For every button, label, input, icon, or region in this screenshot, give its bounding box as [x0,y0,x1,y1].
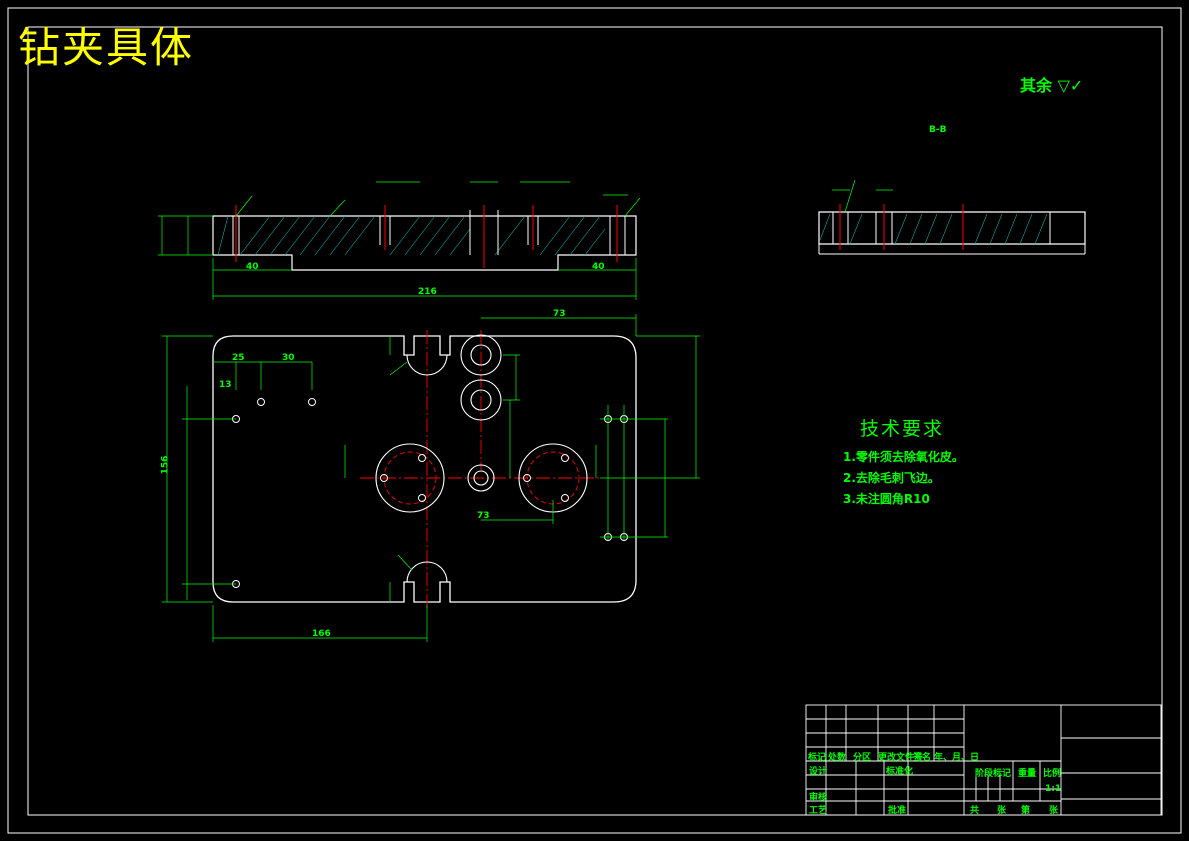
roughness-note: 其余 ▽✓ [1020,72,1083,96]
side-section-view [818,179,1086,255]
outer-border [7,7,1182,834]
tb-design: 设计 [809,767,828,777]
dim-73-mid: 73 [477,511,490,521]
tb-sheet: 张 [997,806,1007,816]
tb-review: 审核 [809,793,828,803]
dim-73-top: 73 [553,309,566,319]
dim-plan-bottom: 166 [312,629,331,639]
tb-header-mark: 标记 [808,753,827,763]
dim-left-step: 40 [246,262,259,272]
tech-requirement-item: 2.去除毛刺飞边。 [843,471,940,485]
tb-weight: 重量 [1018,769,1037,779]
dim-plan-height: 156 [160,455,171,475]
tb-header-zone: 分区 [853,753,872,763]
tech-requirement-item: 3.未注圆角R10 [843,492,930,506]
tb-page-end: 张 [1049,806,1059,816]
dim-25: 25 [232,353,245,363]
tb-page: 第 [1021,806,1031,816]
tb-approve: 批准 [888,806,907,816]
front-section-view [158,181,641,300]
tb-total: 共 [970,806,980,816]
cad-drawing [7,7,1182,834]
tb-header-sign: 签名 [913,753,932,763]
dim-right-step: 40 [592,262,605,272]
tech-requirement-item: 1.零件须去除氧化皮。 [843,450,964,464]
section-label: B-B [929,125,947,135]
inner-border [27,26,1163,816]
tb-header-count: 处数 [828,753,847,763]
dim-overall-length: 216 [418,287,437,297]
dim-13: 13 [219,380,232,390]
tb-process: 工艺 [809,806,828,816]
roughness-note-text: 其余 [1020,76,1053,95]
tb-standardize: 标准化 [886,767,914,777]
tb-header-date: 年、月、日 [934,753,980,763]
tb-scale: 1:1 [1045,784,1062,794]
tech-requirements-title: 技术要求 [860,418,945,440]
drawing-title: 钻夹具体 [18,23,195,72]
tb-scale-label: 比例 [1043,769,1062,779]
plan-view [162,314,700,642]
roughness-symbol-icon: ▽✓ [1052,76,1084,95]
tb-stage-mark: 阶段标记 [975,769,1012,779]
dim-30: 30 [282,353,295,363]
